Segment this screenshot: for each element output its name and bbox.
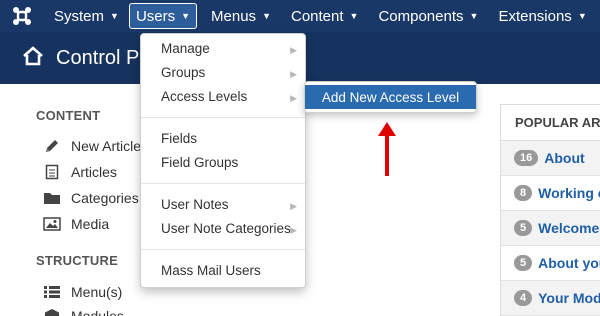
home-icon xyxy=(22,45,44,71)
caret-down-icon: ▼ xyxy=(577,11,587,21)
menu-item-manage[interactable]: Manage xyxy=(161,41,210,56)
sidebar-item-articles[interactable]: Articles xyxy=(42,164,117,180)
chevron-right-icon: ▶ xyxy=(290,69,297,79)
list-icon xyxy=(42,284,62,300)
menu-item-groups[interactable]: Groups xyxy=(161,65,205,80)
menu-item-user-notes[interactable]: User Notes xyxy=(161,197,229,212)
hits-badge: 16 xyxy=(514,150,539,166)
menu-divider xyxy=(141,249,305,250)
folder-icon xyxy=(42,190,62,206)
nav-menus[interactable]: Menus ▼ xyxy=(201,0,281,32)
list-item[interactable]: 5 About you xyxy=(501,246,600,281)
hits-badge: 8 xyxy=(514,185,533,201)
menu-item-fields[interactable]: Fields xyxy=(161,131,197,146)
image-icon xyxy=(42,216,62,232)
access-levels-submenu: Add New Access Level xyxy=(304,81,477,113)
sidebar-item-modules[interactable]: Modules xyxy=(42,308,124,316)
menu-item-access-levels[interactable]: Access Levels xyxy=(161,89,247,104)
article-link[interactable]: Working o xyxy=(538,185,600,201)
article-link[interactable]: About xyxy=(544,150,584,166)
list-item[interactable]: 8 Working o xyxy=(501,176,600,211)
popular-articles-panel: POPULAR ART 16 About 8 Working o 5 Welco… xyxy=(500,104,600,316)
chevron-right-icon: ▶ xyxy=(290,225,297,235)
caret-down-icon: ▼ xyxy=(181,11,191,21)
hits-badge: 5 xyxy=(514,220,533,236)
nav-users[interactable]: Users ▼ xyxy=(128,0,201,32)
caret-down-icon: ▼ xyxy=(469,11,479,21)
cube-icon xyxy=(42,308,62,316)
users-dropdown-menu: Manage ▶ Groups ▶ Access Levels ▶ Fields… xyxy=(140,33,306,288)
sidebar-item-new-article[interactable]: New Article xyxy=(42,138,141,154)
caret-down-icon: ▼ xyxy=(262,11,271,21)
menu-divider xyxy=(141,183,305,184)
page-title: Control P xyxy=(56,46,140,69)
pencil-icon xyxy=(42,138,62,154)
joomla-logo-icon[interactable] xyxy=(0,0,44,32)
nav-components[interactable]: Components ▼ xyxy=(368,0,488,32)
sidebar-item-menus[interactable]: Menu(s) xyxy=(42,284,122,300)
chevron-right-icon: ▶ xyxy=(290,201,297,211)
nav-extensions[interactable]: Extensions ▼ xyxy=(488,0,596,32)
article-link[interactable]: About you xyxy=(538,255,600,271)
menu-divider xyxy=(141,117,305,118)
list-item[interactable]: 5 Welcome xyxy=(501,211,600,246)
nav-content[interactable]: Content ▼ xyxy=(281,0,368,32)
structure-section-title: STRUCTURE xyxy=(36,253,118,268)
panel-title: POPULAR ART xyxy=(501,105,600,141)
chevron-right-icon: ▶ xyxy=(290,93,297,103)
sidebar-item-categories[interactable]: Categories xyxy=(42,190,139,206)
hits-badge: 4 xyxy=(514,290,533,306)
menu-item-field-groups[interactable]: Field Groups xyxy=(161,155,238,170)
caret-down-icon: ▼ xyxy=(349,11,359,21)
list-item[interactable]: 4 Your Mod xyxy=(501,281,600,316)
hits-badge: 5 xyxy=(514,255,533,271)
caret-down-icon: ▼ xyxy=(110,11,119,21)
menu-item-add-new-access-level[interactable]: Add New Access Level xyxy=(305,85,476,109)
document-icon xyxy=(42,164,62,180)
annotation-arrow-icon xyxy=(372,120,402,180)
nav-system[interactable]: System ▼ xyxy=(44,0,129,32)
sidebar-item-media[interactable]: Media xyxy=(42,216,109,232)
top-navbar: System ▼ Users ▼ Menus ▼ Content ▼ Component… xyxy=(0,0,600,32)
menu-item-mass-mail-users[interactable]: Mass Mail Users xyxy=(161,263,261,278)
content-section-title: CONTENT xyxy=(36,108,101,123)
article-link[interactable]: Welcome xyxy=(538,220,599,236)
chevron-right-icon: ▶ xyxy=(290,45,297,55)
menu-item-user-note-categories[interactable]: User Note Categories xyxy=(161,221,291,236)
article-link[interactable]: Your Mod xyxy=(538,290,600,306)
list-item[interactable]: 16 About xyxy=(501,141,600,176)
